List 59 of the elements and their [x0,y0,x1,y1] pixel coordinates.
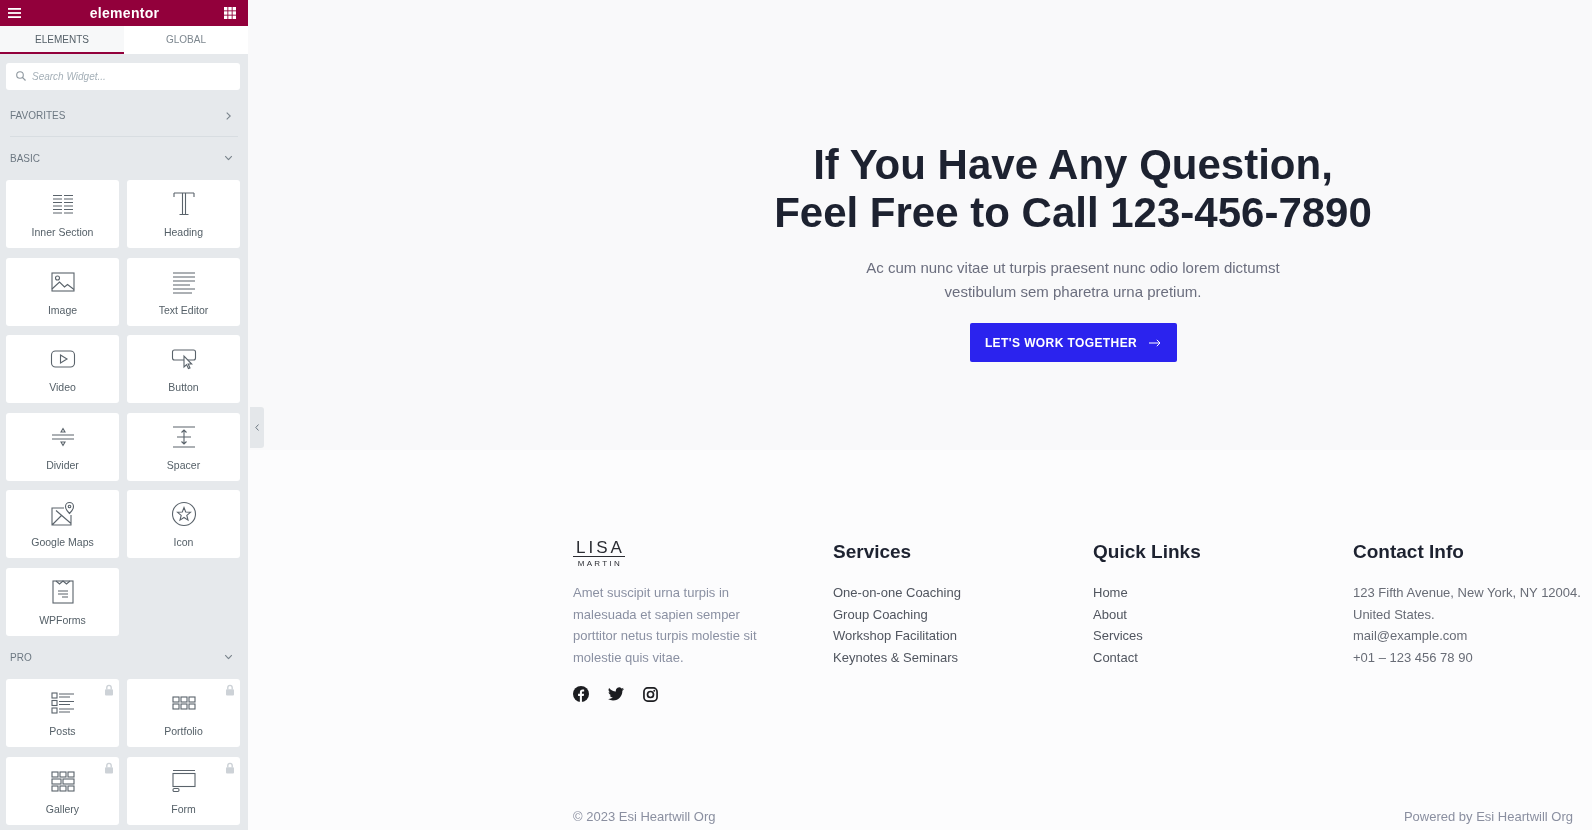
widget-tile[interactable]: Spacer [127,412,240,481]
copyright-text: © 2023 Esi Heartwill Org [573,808,716,826]
search-field[interactable]: Search Widget... [6,63,240,90]
widget-tile[interactable]: Gallery [6,756,119,825]
panel-tab[interactable]: ELEMENTS [0,26,124,54]
menu-icon[interactable] [8,8,21,18]
widget-tile[interactable]: WPForms [6,567,119,636]
widget-tile[interactable]: Image [6,257,119,326]
map-pin-icon [49,501,76,527]
category-toggle[interactable]: PRO [0,637,248,677]
list-icon [49,690,76,716]
column-heading: Quick Links [1093,540,1201,564]
letter-t-icon [170,191,197,217]
footer-link[interactable]: About [1093,603,1127,625]
brand-logo: LISA MARTIN [573,540,625,567]
chevron-left-icon [255,424,259,431]
widget-tile[interactable]: Google Maps [6,490,119,558]
widget-tile[interactable]: Portfolio [127,679,240,747]
widget-tile[interactable]: Form [127,756,240,825]
instagram-icon[interactable] [643,686,658,702]
apps-grid-icon[interactable] [224,7,236,19]
form-icon [170,767,197,794]
column-heading: Services [833,540,912,564]
cursor-button-icon [170,346,197,372]
arrow-right-icon [1149,338,1162,347]
hero-heading: If You Have Any Question, Feel Free to Call 123-456-7890 [774,141,1372,237]
widget-tile[interactable]: Button [127,335,240,403]
facebook-icon[interactable] [573,686,589,702]
search-icon [16,71,26,81]
widget-tile[interactable]: Posts [6,679,119,747]
contact-text: +01 – 123 456 78 90 [1353,648,1473,667]
contact-text: 123 Fifth Avenue, New York, NY 12004. [1353,584,1581,602]
cta-button[interactable]: LET'S WORK TOGETHER [969,323,1177,362]
widget-tile[interactable]: Video [6,335,119,403]
credit-text: Powered by Esi Heartwill Org [1403,808,1573,826]
widget-tile[interactable]: Text Editor [127,257,240,326]
contact-text: United States. [1353,605,1435,624]
footer-link[interactable]: One-on-one Coaching [833,582,961,604]
form-document-icon [49,578,76,605]
footer-link[interactable]: Workshop Facilitation [833,625,958,647]
category-toggle[interactable]: BASIC [0,138,248,178]
column-heading: Contact Info [1353,540,1464,564]
panel-title: elementor [89,5,160,21]
brand-description: Amet suscipit urna turpis in malesuada et sapien semper porttitor netus turpis molestie sit molestie quis vitae. [573,584,758,667]
widget-tile[interactable]: Divider [6,412,119,481]
hero-text: Ac cum nunc vitae ut turpis praesent nunc odio lorem dictumst vestibulum sem pharetra urna pretium. [865,258,1281,302]
footer-link[interactable]: Group Coaching [833,603,928,625]
spacer-icon [170,423,197,450]
widget-tile[interactable]: Icon [127,490,240,558]
footer-link[interactable]: Keynotes & Seminars [833,646,958,668]
bird-icon[interactable] [608,687,624,701]
footer-link[interactable]: Home [1093,582,1128,604]
widget-tile[interactable]: Heading [127,180,240,248]
widget-tile[interactable]: Inner Section [6,180,119,248]
star-circle-icon [170,501,197,527]
footer-link[interactable]: Services [1093,625,1143,647]
category-toggle[interactable]: FAVORITES [0,95,248,136]
footer-link[interactable]: Contact [1093,646,1138,668]
contact-text: mail@example.com [1353,627,1468,645]
